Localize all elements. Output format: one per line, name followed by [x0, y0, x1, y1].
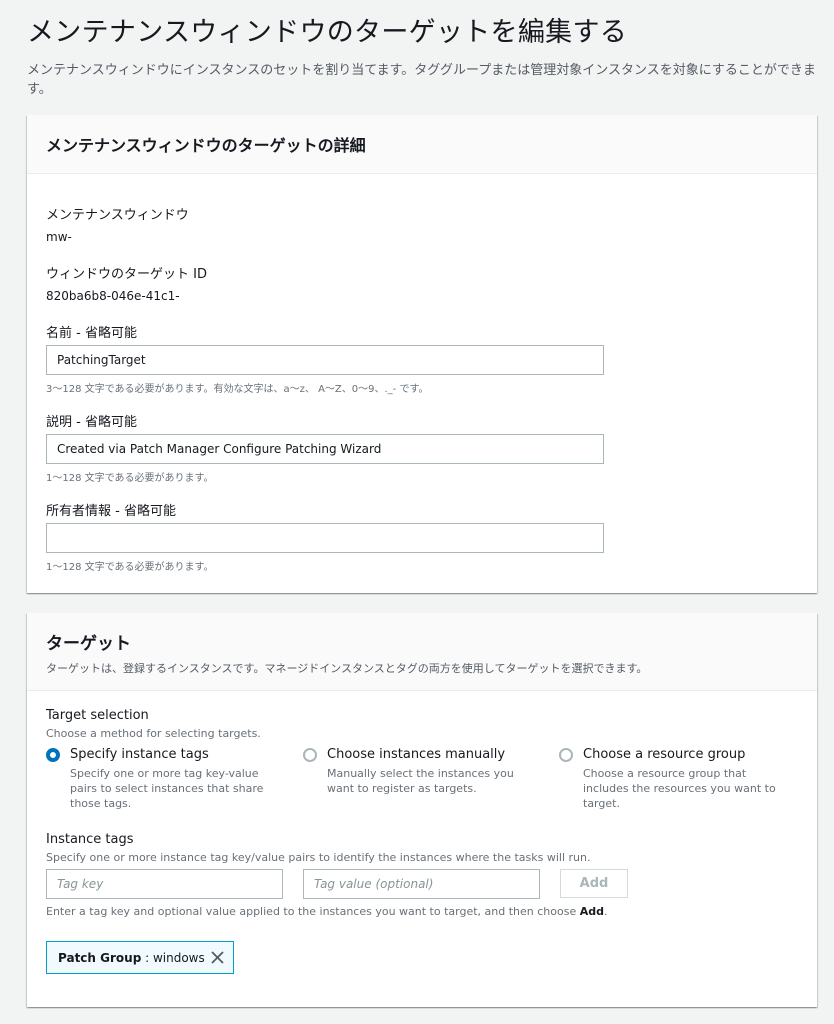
token-value: windows	[152, 950, 205, 965]
description-input[interactable]: Created via Patch Manager Configure Patc…	[46, 434, 604, 464]
radio-specify-instance-tags[interactable]: Specify instance tags Specify one or mor…	[46, 747, 286, 811]
radio-unselected-icon	[559, 748, 573, 762]
radio-description: Specify one or more tag key-value pairs …	[70, 767, 264, 810]
page-title: メンテナンスウィンドウのターゲットを編集する	[27, 17, 628, 48]
target-details-panel: メンテナンスウィンドウのターゲットの詳細 メンテナンスウィンドウ mw- ウィン…	[27, 115, 817, 593]
tag-value-input[interactable]: Tag value (optional)	[303, 869, 540, 899]
owner-label: 所有者情報 - 省略可能	[46, 504, 176, 519]
panel-header: メンテナンスウィンドウのターゲットの詳細	[27, 115, 817, 174]
target-id-label: ウィンドウのターゲット ID	[46, 267, 207, 282]
targets-panel: ターゲット ターゲットは、登録するインスタンスです。マネージドインスタンスとタグ…	[27, 613, 817, 1007]
owner-input[interactable]	[46, 523, 604, 553]
radio-selected-icon	[46, 748, 60, 762]
token-key: Patch Group	[58, 950, 142, 965]
panel-title: ターゲット	[46, 634, 131, 654]
instance-tags-hint: Specify one or more instance tag key/val…	[46, 851, 591, 864]
tag-key-input[interactable]: Tag key	[46, 869, 283, 899]
owner-hint: 1〜128 文字である必要があります。	[46, 562, 214, 573]
description-label: 説明 - 省略可能	[46, 415, 137, 430]
tag-help-text: Enter a tag key and optional value appli…	[46, 905, 608, 918]
tag-token: Patch Group : windows	[46, 941, 234, 974]
name-label: 名前 - 省略可能	[46, 326, 137, 341]
radio-description: Choose a resource group that includes th…	[583, 767, 776, 810]
radio-title: Choose a resource group	[583, 747, 746, 762]
radio-title: Specify instance tags	[70, 747, 209, 762]
name-input[interactable]: PatchingTarget	[46, 345, 604, 375]
panel-title: メンテナンスウィンドウのターゲットの詳細	[46, 136, 366, 155]
radio-choose-instances-manually[interactable]: Choose instances manually Manually selec…	[303, 747, 543, 811]
description-hint: 1〜128 文字である必要があります。	[46, 473, 214, 484]
radio-choose-resource-group[interactable]: Choose a resource group Choose a resourc…	[559, 747, 799, 811]
tag-help-prefix: Enter a tag key and optional value appli…	[46, 905, 580, 918]
radio-title: Choose instances manually	[327, 747, 506, 762]
panel-subtitle: ターゲットは、登録するインスタンスです。マネージドインスタンスとタグの両方を使用…	[46, 662, 648, 675]
page-description: メンテナンスウィンドウにインスタンスのセットを割り当てます。タググループまたは管…	[27, 63, 816, 97]
close-icon[interactable]	[210, 950, 225, 965]
radio-description: Manually select the instances you want t…	[327, 767, 514, 795]
target-selection-hint: Choose a method for selecting targets.	[46, 727, 261, 740]
tag-help-suffix: .	[604, 905, 608, 918]
add-tag-button[interactable]: Add	[560, 869, 628, 898]
target-id-value: 820ba6b8-046e-41c1-	[46, 289, 180, 303]
panel-header: ターゲット ターゲットは、登録するインスタンスです。マネージドインスタンスとタグ…	[27, 613, 817, 691]
window-label: メンテナンスウィンドウ	[46, 208, 189, 223]
token-separator: :	[141, 950, 153, 965]
target-selection-label: Target selection	[46, 708, 149, 723]
name-hint: 3〜128 文字である必要があります。有効な文字は、a〜z、 A〜Z、0〜9、.…	[46, 384, 429, 395]
instance-tags-label: Instance tags	[46, 832, 134, 847]
tag-help-strong: Add	[579, 905, 604, 918]
window-value: mw-	[46, 230, 72, 244]
radio-unselected-icon	[303, 748, 317, 762]
